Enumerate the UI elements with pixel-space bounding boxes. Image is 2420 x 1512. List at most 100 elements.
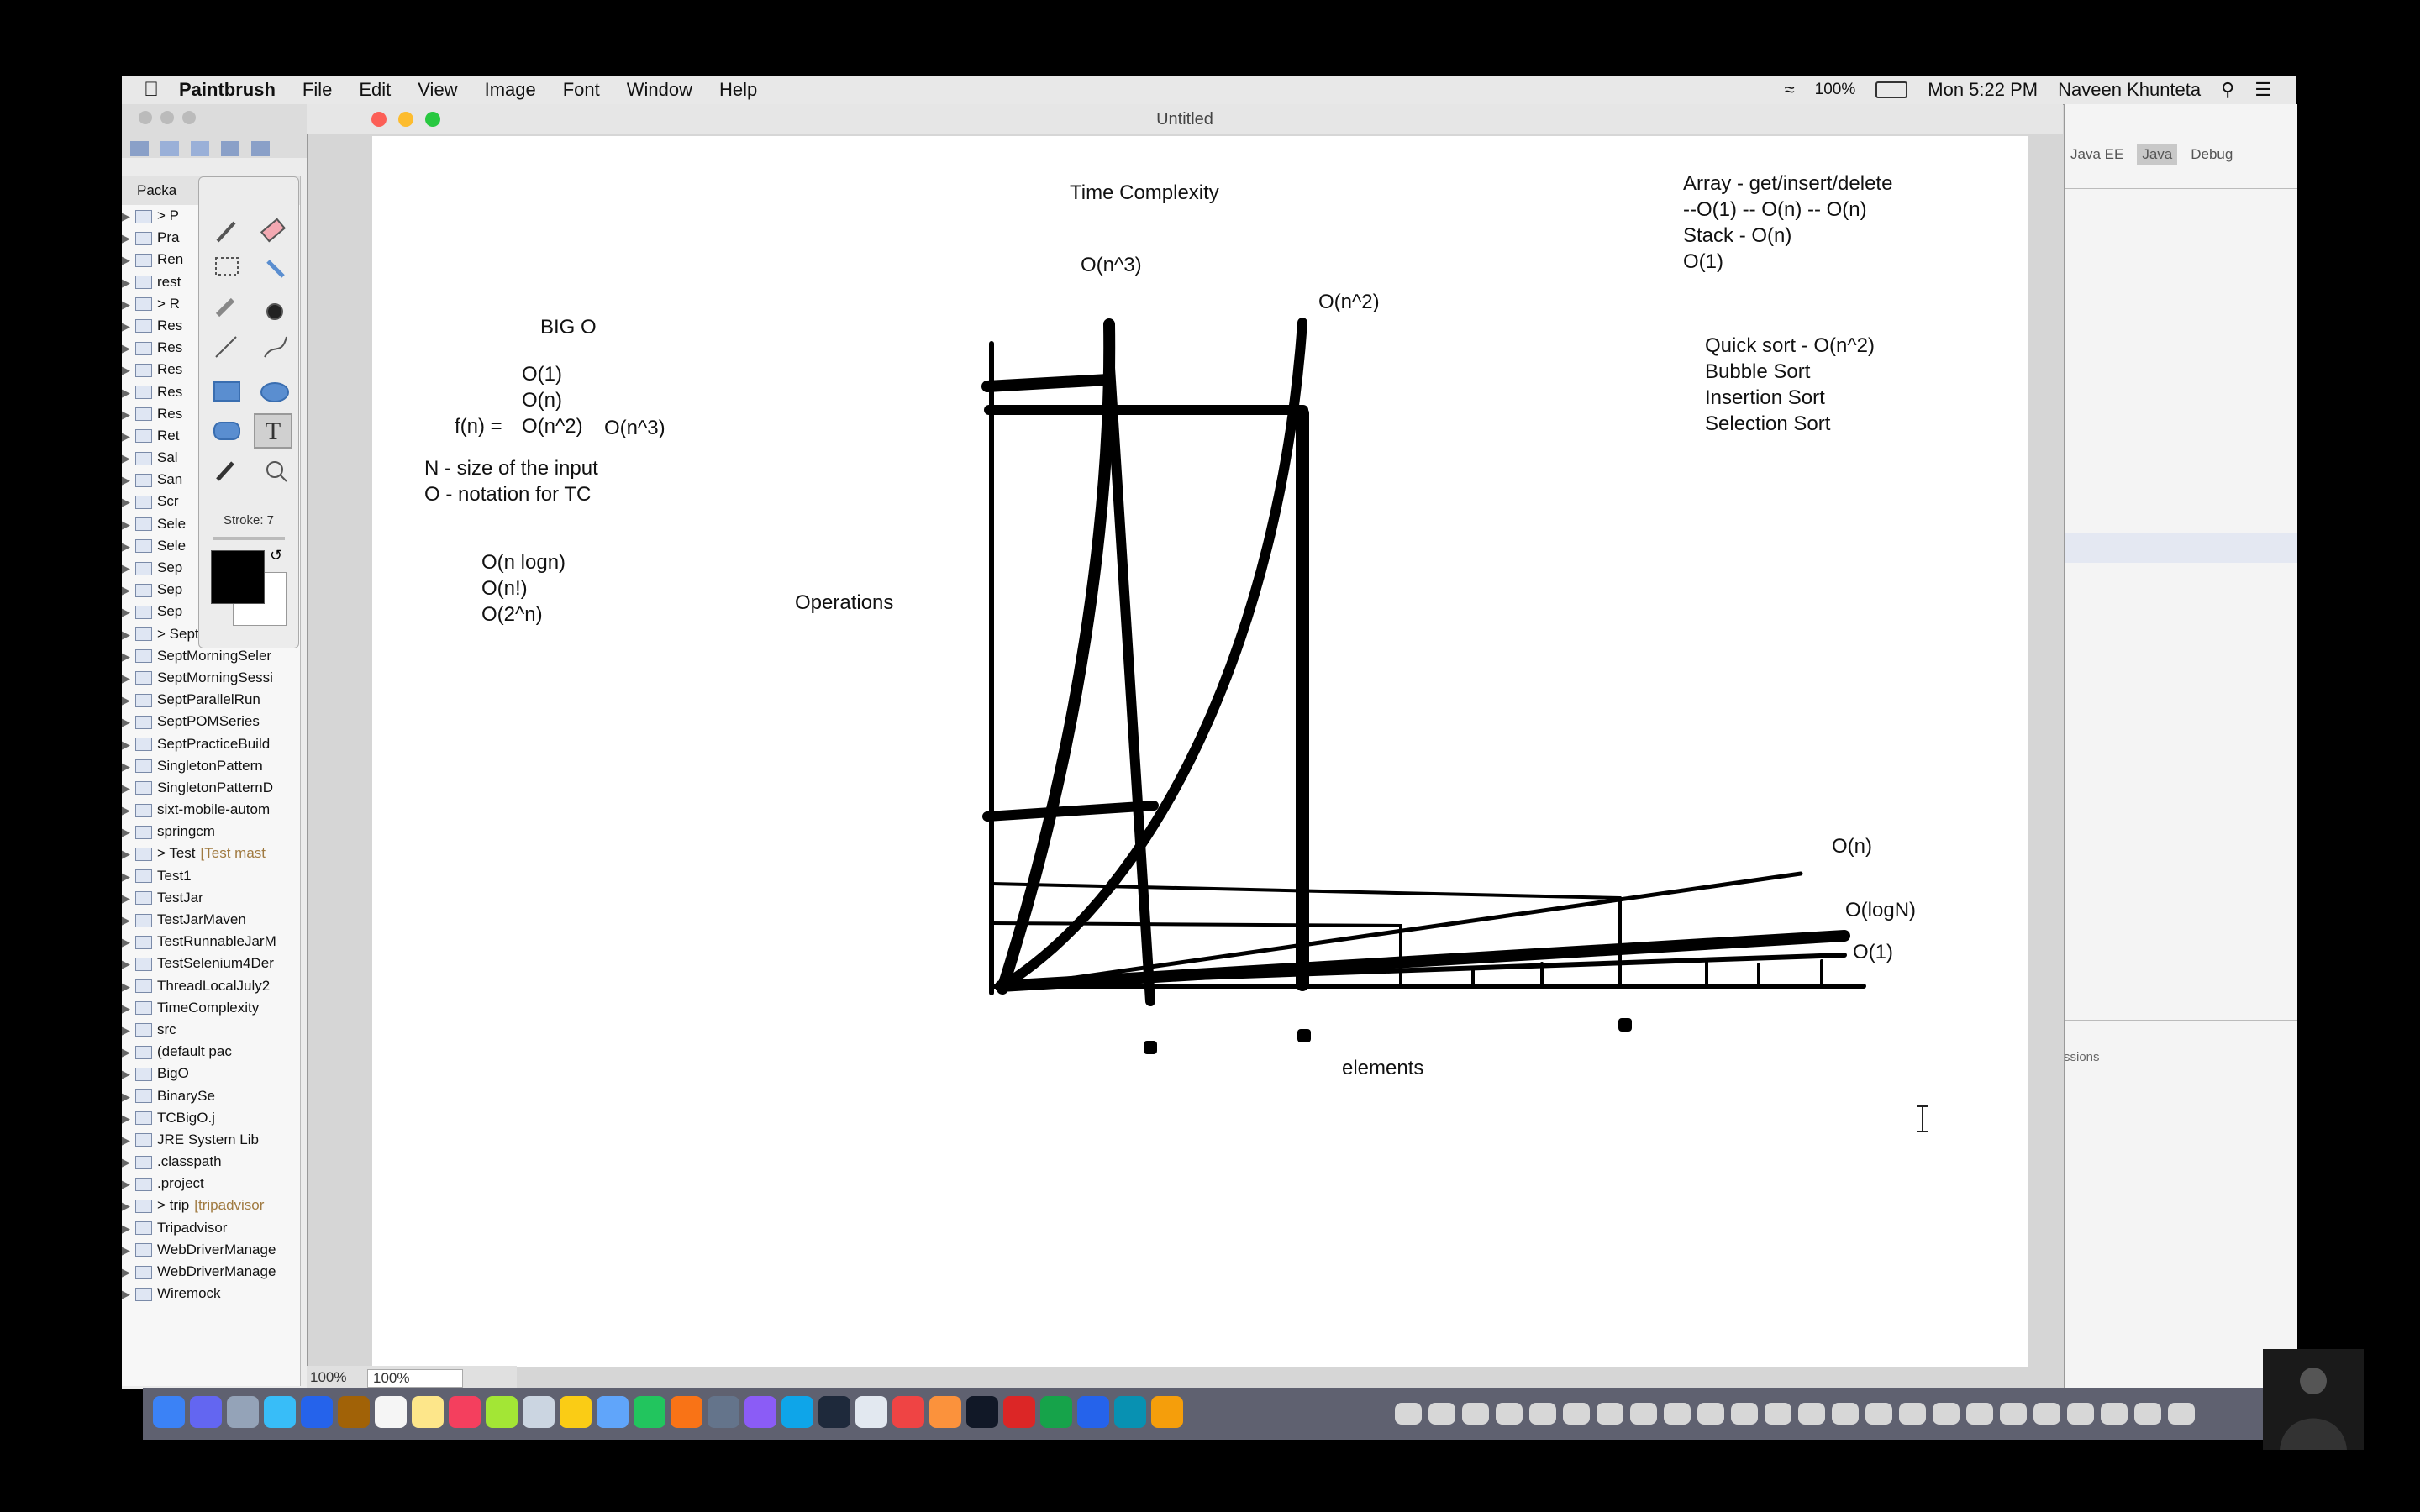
dock-minimized-window[interactable] — [2101, 1403, 2128, 1425]
expand-arrow-icon[interactable]: ▶ — [122, 249, 135, 270]
expand-arrow-icon[interactable]: ▶ — [122, 1130, 135, 1151]
dock-app-icon[interactable] — [227, 1396, 259, 1428]
expand-arrow-icon[interactable]: ▶ — [122, 382, 135, 403]
expand-arrow-icon[interactable]: ▶ — [122, 228, 135, 249]
expand-arrow-icon[interactable]: ▶ — [122, 778, 135, 799]
tree-item[interactable]: ▶ Tripadvisor — [122, 1217, 300, 1239]
expand-arrow-icon[interactable]: ▶ — [122, 756, 135, 777]
expand-arrow-icon[interactable]: ▶ — [122, 953, 135, 974]
tree-item[interactable]: ▶ TestRunnableJarM — [122, 931, 300, 953]
swap-colors-icon[interactable]: ↺ — [270, 547, 282, 564]
tree-item[interactable]: ▶ .project — [122, 1173, 300, 1194]
expand-arrow-icon[interactable]: ▶ — [122, 448, 135, 469]
tree-item[interactable]: ▶ TCBigO.j — [122, 1107, 300, 1129]
tree-item[interactable]: ▶ TestJarMaven — [122, 909, 300, 931]
dock-minimized-window[interactable] — [2168, 1403, 2195, 1425]
dock-minimized-window[interactable] — [1765, 1403, 1791, 1425]
clock[interactable]: Mon 5:22 PM — [1928, 79, 2038, 101]
expand-arrow-icon[interactable]: ▶ — [122, 690, 135, 711]
tree-item[interactable]: ▶ TimeComplexity — [122, 997, 300, 1019]
dock-minimized-window[interactable] — [1395, 1403, 1422, 1425]
dock-minimized-window[interactable] — [1933, 1403, 1960, 1425]
menu-view[interactable]: View — [418, 79, 457, 101]
dock-minimized-window[interactable] — [1563, 1403, 1590, 1425]
dock-app-icon[interactable] — [560, 1396, 592, 1428]
dock-minimized-window[interactable] — [1597, 1403, 1623, 1425]
zoom-select[interactable]: 100% — [367, 1369, 463, 1388]
paint-bucket-icon[interactable] — [255, 255, 287, 278]
expand-arrow-icon[interactable]: ▶ — [122, 1173, 135, 1194]
dock-app-icon[interactable] — [1003, 1396, 1035, 1428]
expand-arrow-icon[interactable]: ▶ — [122, 1063, 135, 1084]
tree-item[interactable]: ▶ SeptParallelRun — [122, 689, 300, 711]
expand-arrow-icon[interactable]: ▶ — [122, 316, 135, 337]
save-all-icon[interactable] — [191, 141, 209, 156]
tree-item[interactable]: ▶ BigO — [122, 1063, 300, 1084]
dock-app-icon[interactable] — [597, 1396, 629, 1428]
tree-item[interactable]: ▶ > Test [Test mast — [122, 843, 300, 864]
dock-app-icon[interactable] — [1151, 1396, 1183, 1428]
expand-arrow-icon[interactable]: ▶ — [122, 1262, 135, 1283]
tree-item[interactable]: ▶ BinarySe — [122, 1085, 300, 1107]
dock-minimized-window[interactable] — [1462, 1403, 1489, 1425]
dock-app-icon[interactable] — [375, 1396, 407, 1428]
expand-arrow-icon[interactable]: ▶ — [122, 1218, 135, 1239]
apple-icon[interactable]:  — [144, 78, 159, 102]
expand-arrow-icon[interactable]: ▶ — [122, 843, 135, 864]
tree-item[interactable]: ▶ WebDriverManage — [122, 1261, 300, 1283]
dock-app-icon[interactable] — [338, 1396, 370, 1428]
tree-item[interactable]: ▶ JRE System Lib — [122, 1129, 300, 1151]
drawing-canvas[interactable]: Time Complexity BIG O O(1) O(n) f(n) = O… — [372, 136, 2028, 1367]
menu-help[interactable]: Help — [719, 79, 757, 101]
dock-minimized-window[interactable] — [1496, 1403, 1523, 1425]
menu-font[interactable]: Font — [563, 79, 600, 101]
tree-item[interactable]: ▶ SeptPOMSeries — [122, 711, 300, 732]
tree-item[interactable]: ▶ springcm — [122, 821, 300, 843]
dock-app-icon[interactable] — [855, 1396, 887, 1428]
menu-app-name[interactable]: Paintbrush — [179, 79, 276, 101]
menu-image[interactable]: Image — [485, 79, 536, 101]
dock-app-icon[interactable] — [153, 1396, 185, 1428]
tree-item[interactable]: ▶ .classpath — [122, 1151, 300, 1173]
tree-item[interactable]: ▶ SeptMorningSessi — [122, 667, 300, 689]
tree-item[interactable]: ▶ SingletonPattern — [122, 755, 300, 777]
expand-arrow-icon[interactable]: ▶ — [122, 734, 135, 755]
expand-arrow-icon[interactable]: ▶ — [122, 1152, 135, 1173]
expand-arrow-icon[interactable]: ▶ — [122, 206, 135, 227]
menu-edit[interactable]: Edit — [359, 79, 391, 101]
dock-app-icon[interactable] — [449, 1396, 481, 1428]
dock-minimized-window[interactable] — [1428, 1403, 1455, 1425]
expand-arrow-icon[interactable]: ▶ — [122, 910, 135, 931]
close-button-inactive[interactable] — [139, 111, 152, 124]
tree-item[interactable]: ▶ WebDriverManage — [122, 1239, 300, 1261]
debug-tool-icon[interactable] — [251, 141, 270, 156]
dock-app-icon[interactable] — [708, 1396, 739, 1428]
perspective-java[interactable]: Java — [2137, 144, 2178, 165]
expand-arrow-icon[interactable]: ▶ — [122, 646, 135, 667]
zoom-button[interactable] — [425, 112, 440, 127]
dock-minimized-window[interactable] — [1865, 1403, 1892, 1425]
tree-item[interactable]: ▶ SeptPracticeBuild — [122, 733, 300, 755]
dock-app-icon[interactable] — [892, 1396, 924, 1428]
dock-app-icon[interactable] — [412, 1396, 444, 1428]
minimize-button[interactable] — [398, 112, 413, 127]
expand-arrow-icon[interactable]: ▶ — [122, 711, 135, 732]
expand-arrow-icon[interactable]: ▶ — [122, 294, 135, 315]
tree-item[interactable]: ▶ src — [122, 1019, 300, 1041]
expand-arrow-icon[interactable]: ▶ — [122, 1195, 135, 1216]
expand-arrow-icon[interactable]: ▶ — [122, 338, 135, 359]
expand-arrow-icon[interactable]: ▶ — [122, 1020, 135, 1041]
dock-app-icon[interactable] — [1040, 1396, 1072, 1428]
dock-minimized-window[interactable] — [1832, 1403, 1859, 1425]
tree-item[interactable]: ▶ TestJar — [122, 887, 300, 909]
expand-arrow-icon[interactable]: ▶ — [122, 426, 135, 447]
dock-minimized-window[interactable] — [1697, 1403, 1724, 1425]
dock-minimized-window[interactable] — [1899, 1403, 1926, 1425]
expand-arrow-icon[interactable]: ▶ — [122, 470, 135, 491]
tree-item[interactable]: ▶ TestSelenium4Der — [122, 953, 300, 974]
foreground-color-swatch[interactable] — [211, 550, 265, 604]
expand-arrow-icon[interactable]: ▶ — [122, 668, 135, 689]
expand-arrow-icon[interactable]: ▶ — [122, 360, 135, 381]
tree-item[interactable]: ▶ sixt-mobile-autom — [122, 799, 300, 821]
sessions-tab[interactable]: ssions — [2064, 1050, 2100, 1064]
